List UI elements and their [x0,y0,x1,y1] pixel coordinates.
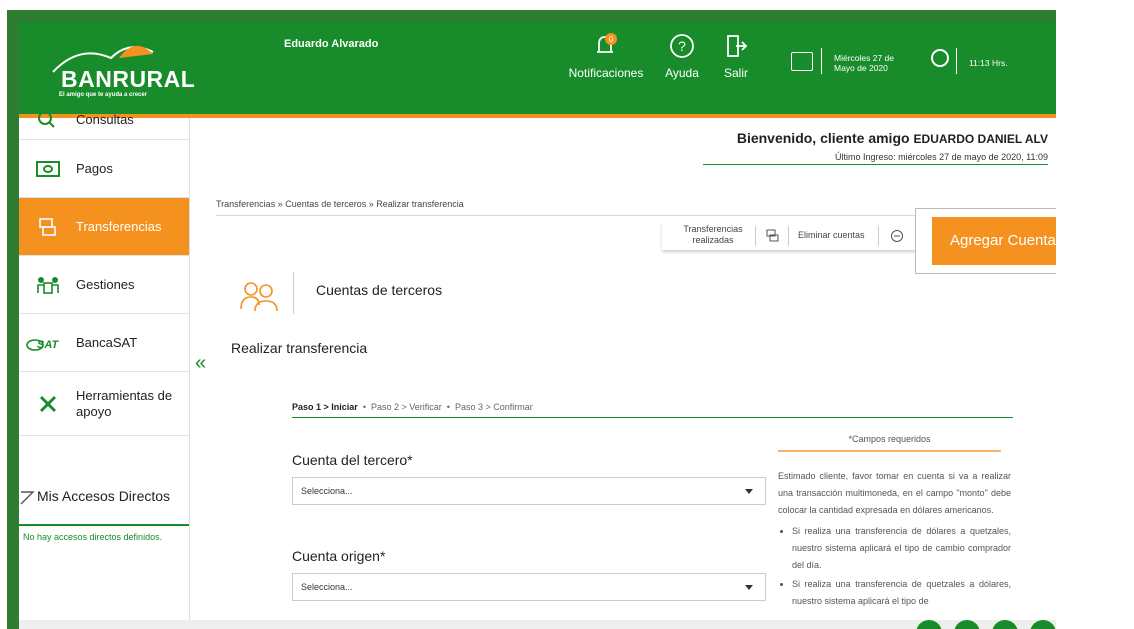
transfer-list-icon[interactable] [766,229,780,243]
sidebar-item-gestiones[interactable]: Gestiones [19,256,189,314]
calendar-icon [791,52,813,71]
third-party-accounts-icon [240,282,278,312]
welcome-greeting: Bienvenido, cliente amigo [736,130,910,146]
shortcuts-title: Mis Accesos Directos [37,488,171,504]
people-desk-icon [37,276,59,294]
multicurrency-info: Estimado cliente, favor tomar en cuenta … [778,468,1011,612]
steps-divider [292,417,1013,418]
delete-icon[interactable] [890,229,904,243]
help-button[interactable]: ? Ayuda [657,32,707,80]
search-icon [38,111,55,128]
svg-text:SAT: SAT [37,339,59,351]
sidebar-item-label: Consultas [76,112,134,127]
last-login: Último Ingreso: miércoles 27 de mayo de … [835,152,1048,162]
current-time: 11:13 Hrs. [969,58,1008,68]
required-divider [778,450,1001,452]
banrural-logo[interactable]: BANRURAL El amigo que te ayuda a crecer [49,36,195,106]
client-name: EDUARDO DANIEL ALV [913,132,1048,146]
add-account-popover: Agregar Cuenta [915,208,1056,274]
actions-divider [755,226,756,246]
sidebar: Consultas Pagos Transferencias Gestiones… [19,111,190,629]
footer-bar [19,620,1056,629]
sidebar-item-label: Pagos [76,160,113,176]
delete-accounts-button[interactable]: Eliminar cuentas [798,230,865,240]
sidebar-item-label: Transferencias [76,218,162,234]
sidebar-item-transferencias[interactable]: Transferencias [19,198,189,256]
sidebar-item-label: BancaSAT [76,334,138,350]
section-title: Cuentas de terceros [316,282,443,298]
add-account-button[interactable]: Agregar Cuenta [932,217,1056,265]
transfer-icon [39,217,56,236]
money-icon [36,160,60,177]
origin-account-select[interactable]: Selecciona... [292,573,766,601]
logout-button[interactable]: Salir [716,32,756,80]
chevron-down-icon [745,489,753,494]
sidebar-item-herramientas[interactable]: Herramientas de apoyo [19,372,189,436]
select-value: Selecciona... [301,582,353,592]
bell-icon: 0 [597,33,617,53]
transfers-done-button[interactable]: Transferencias realizadas [674,224,752,246]
step-1: Paso 1 > Iniciar [292,402,358,412]
select-value: Selecciona... [301,486,353,496]
breadcrumb[interactable]: Transferencias » Cuentas de terceros » R… [216,199,464,209]
logout-label: Salir [723,66,748,80]
clock-icon [931,49,949,67]
required-fields-note: *Campos requeridos [848,434,931,444]
info-intro: Estimado cliente, favor tomar en cuenta … [778,471,1011,515]
step-2: Paso 2 > Verificar [370,402,442,412]
logo-text: BANRURAL [61,66,196,92]
sat-logo-icon: SAT [26,339,59,351]
browser-frame: BANRURAL El amigo que te ayuda a crecer … [7,10,1056,629]
logo-tagline: El amigo que te ayuda a crecer [59,92,148,98]
help-label: Ayuda [665,66,699,80]
chevron-down-icon [745,585,753,590]
third-party-account-select[interactable]: Selecciona... [292,477,766,505]
sidebar-item-label: Gestiones [76,276,135,292]
step-separator: • [360,402,371,412]
third-party-account-label: Cuenta del tercero* [292,452,413,468]
collapse-sidebar-icon[interactable]: « [195,352,206,375]
sidebar-item-label: Herramientas de apoyo [76,387,173,419]
shortcuts-empty-message: No hay accesos directos definidos. [23,532,163,542]
header-divider [821,48,822,74]
sidebar-item-pagos[interactable]: Pagos [19,140,189,198]
actions-divider [788,226,789,246]
actions-divider [878,226,879,246]
account-actions-bar: Transferencias realizadas Eliminar cuent… [662,222,920,250]
shortcuts-header: Mis Accesos Directos [19,484,189,526]
add-account-label: Agregar Cuenta [950,232,1056,249]
step-3: Paso 3 > Confirmar [454,402,533,412]
section-divider [293,272,294,314]
step-indicator: Paso 1 > Iniciar • Paso 2 > Verificar • … [292,402,533,412]
logout-icon [727,35,748,57]
notifications-label: Notificaciones [568,66,644,80]
notification-badge: 0 [609,35,614,44]
bookmark-icon [20,491,35,505]
page-subtitle: Realizar transferencia [231,340,368,356]
user-name: Eduardo Alvarado [284,38,379,50]
info-bullet: Si realiza una transferencia de quetzale… [792,576,1011,610]
sidebar-item-consultas[interactable]: Consultas [19,100,189,140]
sidebar-item-bancasat[interactable]: SAT BancaSAT [19,314,189,372]
notifications-button[interactable]: 0 Notificaciones [566,32,646,80]
welcome-divider [703,164,1048,165]
origin-account-label: Cuenta origen* [292,548,386,564]
tools-icon [39,395,57,412]
help-icon: ? [670,34,694,58]
info-bullet: Si realiza una transferencia de dólares … [792,523,1011,574]
current-date: Miércoles 27 de Mayo de 2020 [834,53,895,73]
header-divider [956,48,957,74]
welcome-panel: Bienvenido, cliente amigo EDUARDO DANIEL … [737,130,1048,162]
step-separator: • [444,402,455,412]
app-viewport: BANRURAL El amigo que te ayuda a crecer … [19,22,1056,629]
svg-text:?: ? [678,38,686,54]
